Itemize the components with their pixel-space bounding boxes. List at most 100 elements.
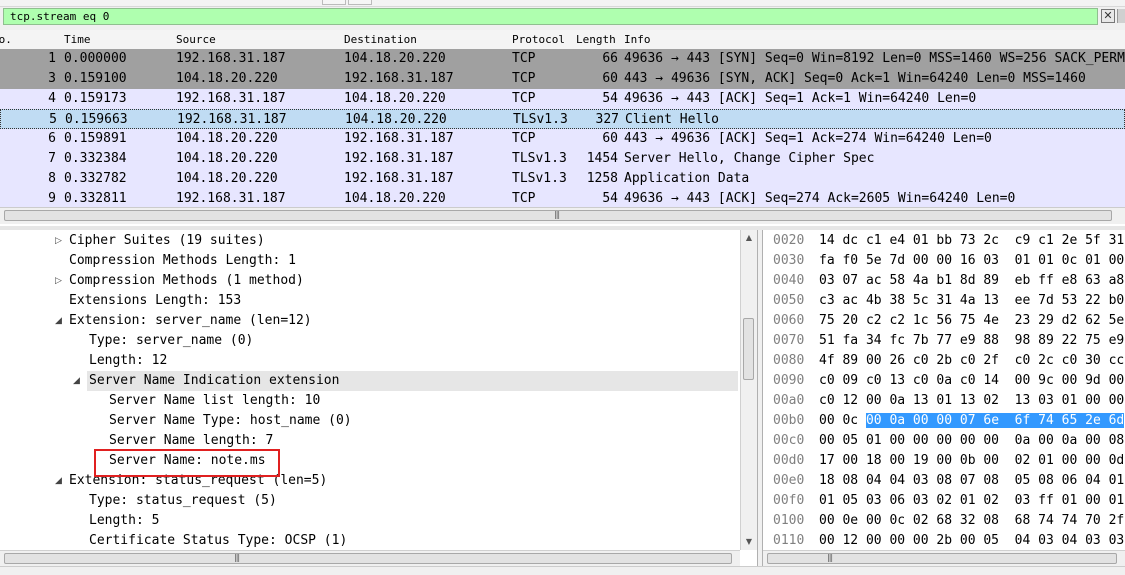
scrollbar-thumb[interactable] <box>767 553 1117 564</box>
hex-offset: 0080 <box>773 353 805 368</box>
packet-cell-dst: 192.168.31.187 <box>344 171 454 186</box>
packet-cell-info: 443 → 49636 [SYN, ACK] Seq=0 Ack=1 Win=6… <box>624 71 1086 86</box>
packet-cell-len: 60 <box>602 71 618 86</box>
detail-text: Extensions Length: 153 <box>69 293 242 308</box>
hex-bytes-plain: 00 05 01 00 00 00 00 00 0a 00 0a 00 08 <box>819 433 1125 448</box>
hex-bytes: 18 08 04 04 03 08 07 08 05 08 06 04 01 <box>819 471 1124 491</box>
display-filter-bar: tcp.stream eq 0 ✕ <box>0 7 1125 29</box>
detail-tree-item[interactable]: Server Name Type: host_name (0) <box>0 411 738 431</box>
packet-cell-len: 1454 <box>586 151 618 166</box>
packet-cell-time: 0.332384 <box>64 151 127 166</box>
expanded-triangle-icon[interactable]: ◢ <box>73 371 80 391</box>
column-header-destination[interactable]: Destination <box>344 33 417 46</box>
column-header-info[interactable]: Info <box>624 33 651 46</box>
column-header-source[interactable]: Source <box>176 33 216 46</box>
scrollbar-thumb[interactable] <box>743 318 754 380</box>
column-header-time[interactable]: Time <box>64 33 91 46</box>
packet-cell-dst: 104.18.20.220 <box>344 51 446 66</box>
column-header-length[interactable]: Length <box>576 33 616 46</box>
packet-cell-time: 0.159100 <box>64 71 127 86</box>
packet-cell-len: 54 <box>602 191 618 206</box>
packet-cell-no: 4 <box>48 91 56 106</box>
detail-tree-item[interactable]: Extensions Length: 153 <box>0 291 738 311</box>
packet-cell-info: Client Hello <box>625 112 719 127</box>
packet-list-horizontal-scrollbar[interactable]: ||| <box>0 207 1125 224</box>
scroll-up-icon[interactable]: ▲ <box>741 230 757 246</box>
packet-cell-proto: TCP <box>512 91 536 106</box>
toolbar-button[interactable] <box>322 0 346 5</box>
packet-cell-time: 0.159173 <box>64 91 127 106</box>
collapsed-triangle-icon[interactable]: ▷ <box>55 271 62 291</box>
packet-cell-proto: TCP <box>512 131 536 146</box>
details-vertical-scrollbar[interactable]: ▲ ▼ <box>740 230 757 550</box>
packet-row[interactable]: 9 0.332811 192.168.31.187 104.18.20.220 TCP 5… <box>0 189 1125 209</box>
column-header-no[interactable]: No. <box>0 33 12 46</box>
hex-offset: 0040 <box>773 273 805 288</box>
hex-bytes: 00 0c 00 0a 00 00 07 6e 6f 74 65 2e 6d <box>819 411 1125 431</box>
detail-text: Server Name length: 7 <box>109 433 274 448</box>
packet-row[interactable]: 3 0.159100 104.18.20.220 192.168.31.187 TCP 6… <box>0 69 1125 89</box>
details-horizontal-scrollbar[interactable]: ||| <box>0 550 740 566</box>
bytes-horizontal-scrollbar[interactable]: ||| <box>763 550 1125 566</box>
hex-bytes: fa f0 5e 7d 00 00 16 03 01 01 0c 01 00 <box>819 251 1124 271</box>
packet-row[interactable]: 5 0.159663 192.168.31.187 104.18.20.220 TLSv… <box>0 109 1125 129</box>
column-header-protocol[interactable]: Protocol <box>512 33 565 46</box>
detail-tree-item[interactable]: Length: 5 <box>0 511 738 531</box>
clear-filter-icon[interactable]: ✕ <box>1101 9 1115 23</box>
hex-offset: 0050 <box>773 293 805 308</box>
hex-bytes: 51 fa 34 fc 7b 77 e9 88 98 89 22 75 e9 <box>819 331 1124 351</box>
toolbar-strip <box>0 0 1125 7</box>
grip-icon: ||| <box>827 553 833 562</box>
detail-text: Compression Methods Length: 1 <box>69 253 296 268</box>
hex-offset: 00f0 <box>773 493 805 508</box>
packet-cell-proto: TLSv1.3 <box>512 151 567 166</box>
detail-text: Cipher Suites (19 suites) <box>69 233 265 248</box>
detail-text: Type: status_request (5) <box>89 493 277 508</box>
hex-bytes: c0 12 00 0a 13 01 13 02 13 03 01 00 00 <box>819 391 1124 411</box>
detail-tree-item[interactable]: Certificate Status Type: OCSP (1) <box>0 531 738 551</box>
packet-list-header: No. Time Source Destination Protocol Len… <box>0 30 1125 50</box>
packet-cell-info: Application Data <box>624 171 750 186</box>
packet-cell-dst: 192.168.31.187 <box>344 131 454 146</box>
filter-dropdown-arrow[interactable] <box>1117 9 1125 23</box>
display-filter-input[interactable]: tcp.stream eq 0 <box>3 8 1098 25</box>
packet-row[interactable]: 6 0.159891 104.18.20.220 192.168.31.187 TCP 6… <box>0 129 1125 149</box>
toolbar-button[interactable] <box>348 0 372 5</box>
expanded-triangle-icon[interactable]: ◢ <box>55 471 62 491</box>
detail-tree-item[interactable]: ▷ Compression Methods (1 method) <box>0 271 738 291</box>
packet-row[interactable]: 1 0.000000 192.168.31.187 104.18.20.220 TCP 6… <box>0 49 1125 69</box>
detail-tree-item[interactable]: Length: 12 <box>0 351 738 371</box>
packet-cell-src: 104.18.20.220 <box>176 131 278 146</box>
packet-row[interactable]: 4 0.159173 192.168.31.187 104.18.20.220 TCP 5… <box>0 89 1125 109</box>
hex-bytes: 01 05 03 06 03 02 01 02 03 ff 01 00 01 <box>819 491 1124 511</box>
scrollbar-thumb[interactable] <box>4 553 732 564</box>
collapsed-triangle-icon[interactable]: ▷ <box>55 231 62 251</box>
packet-cell-proto: TLSv1.3 <box>512 171 567 186</box>
expanded-triangle-icon[interactable]: ◢ <box>55 311 62 331</box>
hex-offset: 0100 <box>773 513 805 528</box>
detail-tree-item[interactable]: ◢ Extension: server_name (len=12) <box>0 311 738 331</box>
detail-tree-item[interactable]: Type: server_name (0) <box>0 331 738 351</box>
detail-text: Server Name Indication extension <box>89 373 340 388</box>
hex-bytes-plain: c3 ac 4b 38 5c 31 4a 13 ee 7d 53 22 b0 <box>819 293 1125 308</box>
detail-text: Extension: server_name (len=12) <box>69 313 312 328</box>
scroll-down-icon[interactable]: ▼ <box>741 534 757 550</box>
packet-cell-dst: 192.168.31.187 <box>344 151 454 166</box>
packet-row[interactable]: 8 0.332782 104.18.20.220 192.168.31.187 TLSv… <box>0 169 1125 189</box>
detail-tree-item[interactable]: ▷ Cipher Suites (19 suites) <box>0 231 738 251</box>
hex-bytes: 4f 89 00 26 c0 2b c0 2f c0 2c c0 30 cc <box>819 351 1124 371</box>
detail-tree-item[interactable]: Type: status_request (5) <box>0 491 738 511</box>
packet-cell-src: 104.18.20.220 <box>176 171 278 186</box>
detail-tree-item[interactable]: Compression Methods Length: 1 <box>0 251 738 271</box>
detail-tree-item[interactable]: Server Name length: 7 <box>0 431 738 451</box>
hex-bytes-plain: fa f0 5e 7d 00 00 16 03 01 01 0c 01 00 <box>819 253 1125 268</box>
hex-bytes-plain: 00 0e 00 0c 02 68 32 08 68 74 74 70 2f <box>819 513 1125 528</box>
detail-tree-item[interactable]: ◢ Server Name Indication extension <box>73 371 738 391</box>
packet-cell-len: 1258 <box>586 171 618 186</box>
packet-cell-time: 0.159663 <box>65 112 128 127</box>
packet-cell-dst: 104.18.20.220 <box>345 112 447 127</box>
packet-row[interactable]: 7 0.332384 104.18.20.220 192.168.31.187 TLSv… <box>0 149 1125 169</box>
hex-bytes-plain: c0 09 c0 13 c0 0a c0 14 00 9c 00 9d 00 <box>819 373 1125 388</box>
detail-tree-item[interactable]: Server Name list length: 10 <box>0 391 738 411</box>
packet-cell-src: 192.168.31.187 <box>176 191 286 206</box>
